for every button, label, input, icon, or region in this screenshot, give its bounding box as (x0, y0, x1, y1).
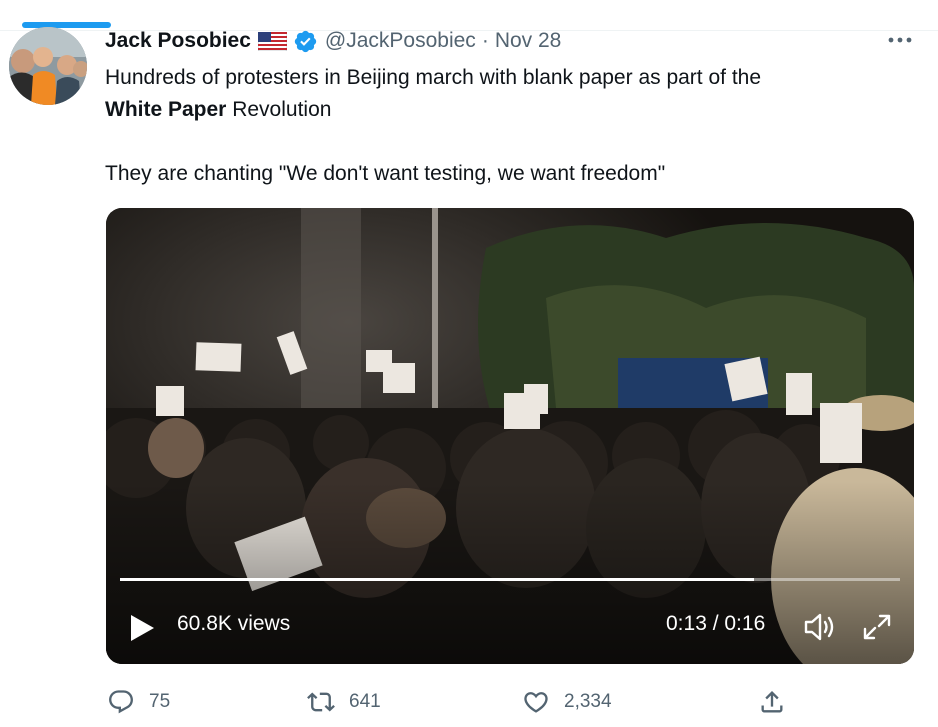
us-flag-icon (257, 31, 288, 51)
retweet-icon (307, 692, 335, 712)
video-player[interactable]: 60.8K views 0:13 / 0:16 (106, 208, 914, 664)
more-icon[interactable] (886, 30, 914, 50)
reply-button[interactable]: 75 (107, 683, 170, 721)
tweet-header: Jack Posobiec @JackPosobiec · Nov 28 (105, 27, 561, 55)
tweet-text-line: They are chanting "We don't want testing… (105, 162, 666, 185)
play-icon[interactable] (128, 613, 156, 643)
share-button[interactable] (758, 683, 786, 721)
share-icon (761, 691, 783, 713)
view-count: 60.8K views (177, 612, 291, 635)
tweet-text: Hundreds of protesters in Beijing march … (105, 62, 905, 190)
retweet-count: 641 (349, 691, 381, 712)
author-handle[interactable]: @JackPosobiec (325, 29, 476, 53)
like-icon (524, 692, 548, 713)
video-progress-fill (120, 578, 754, 581)
tweet-actions: 75 641 2,334 (0, 683, 938, 721)
fullscreen-icon[interactable] (862, 613, 892, 641)
tab-indicator (22, 22, 111, 28)
tweet-text-line: Hundreds of protesters in Beijing march … (105, 66, 762, 89)
tweet-date[interactable]: Nov 28 (495, 29, 562, 53)
separator: · (481, 29, 489, 52)
hashtag-bold-text: White Paper (105, 98, 227, 121)
reply-icon (109, 690, 133, 714)
video-time: 0:13 / 0:16 (666, 612, 766, 635)
avatar[interactable] (9, 27, 87, 105)
volume-icon[interactable] (803, 612, 837, 642)
video-progress-bar[interactable] (120, 578, 900, 581)
author-name[interactable]: Jack Posobiec (105, 29, 251, 53)
video-frame (106, 208, 914, 664)
like-button[interactable]: 2,334 (522, 683, 612, 721)
reply-count: 75 (149, 691, 171, 712)
verified-badge-icon (293, 29, 318, 54)
retweet-button[interactable]: 641 (307, 683, 381, 721)
like-count: 2,334 (564, 691, 612, 712)
tweet-text-line: White Paper Revolution (105, 94, 905, 126)
tweet-text-fragment: Revolution (226, 98, 332, 121)
